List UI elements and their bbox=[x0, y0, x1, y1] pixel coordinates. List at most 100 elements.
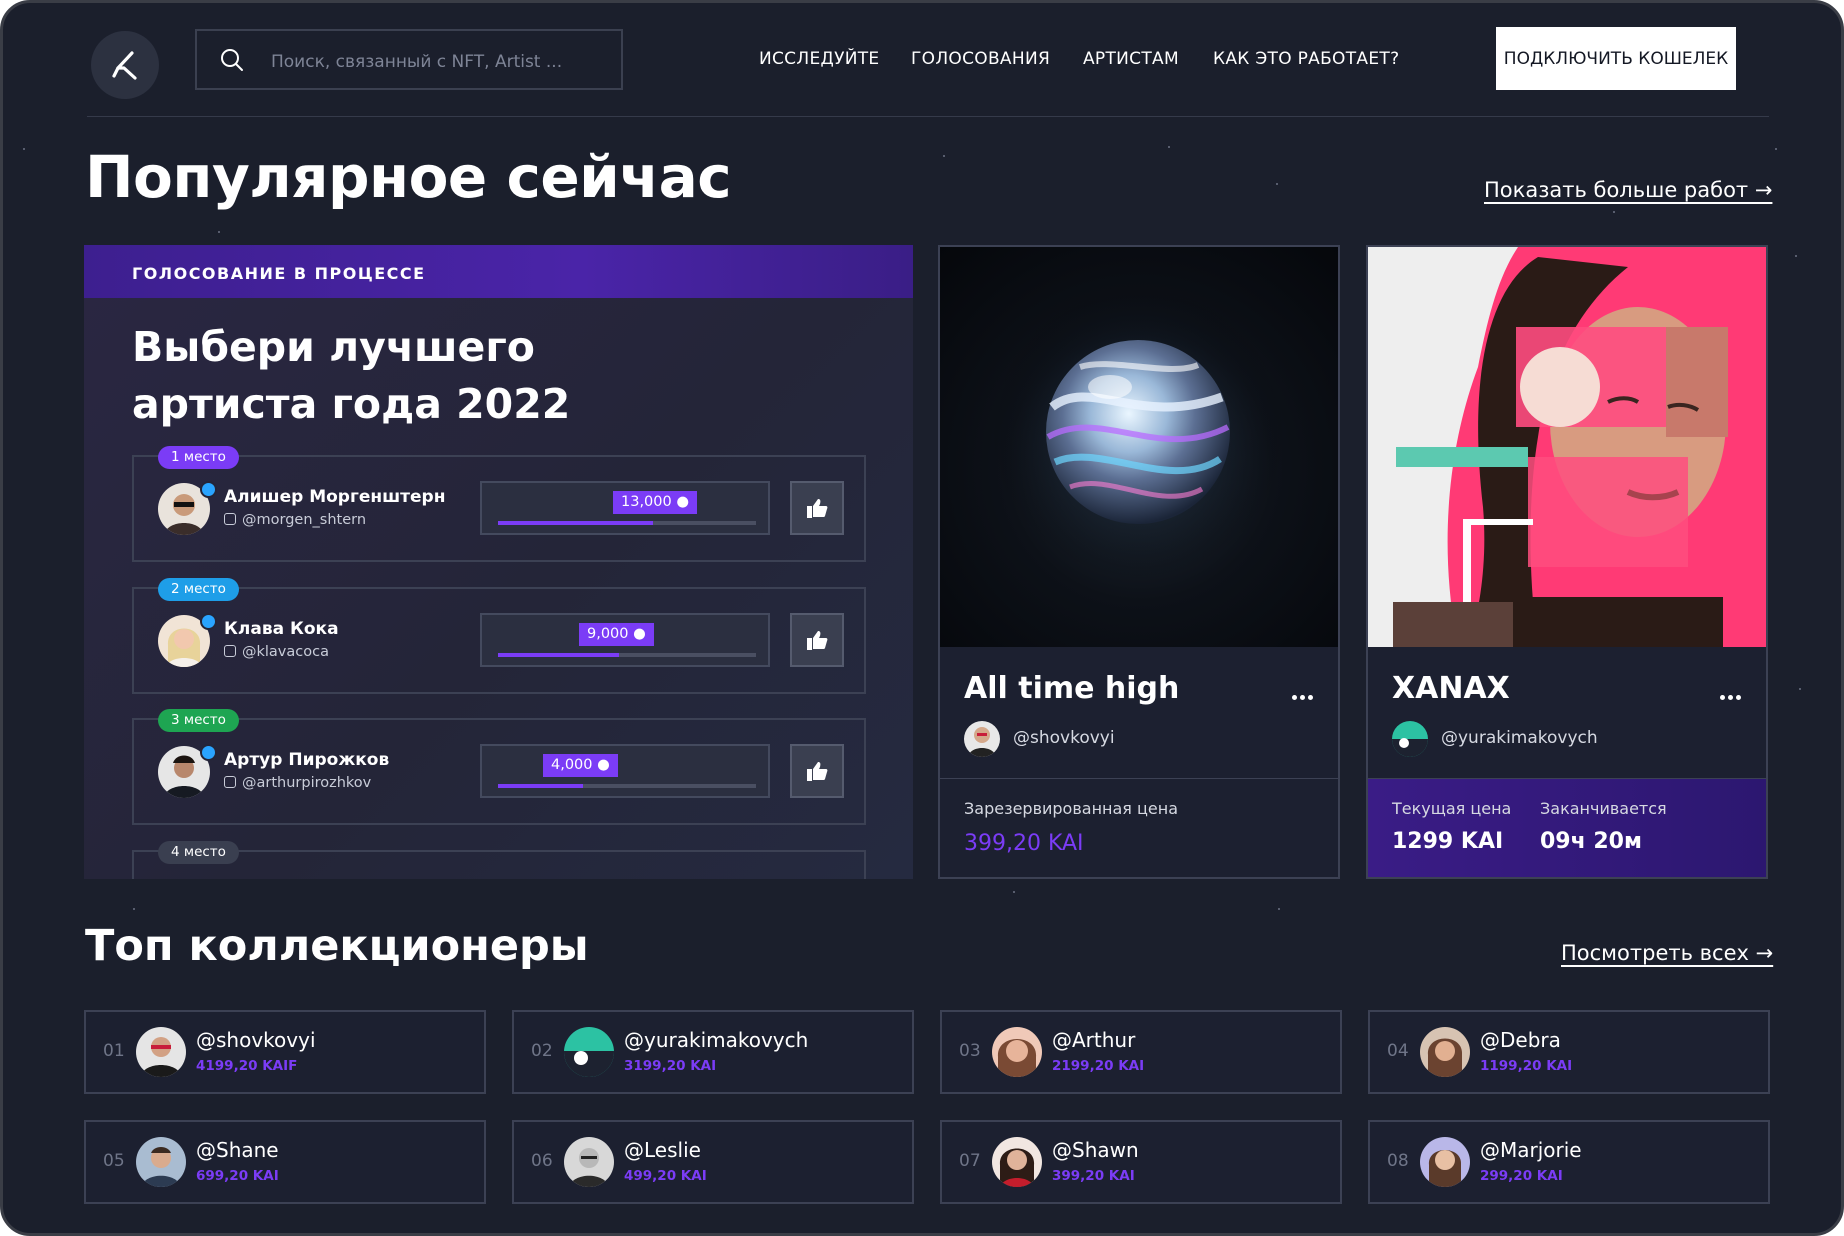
top-navigation: Поиск, связанный с NFT, Artist ... ИССЛЕ… bbox=[87, 27, 1769, 117]
search-input[interactable]: Поиск, связанный с NFT, Artist ... bbox=[195, 29, 623, 90]
logo-icon bbox=[112, 51, 137, 80]
vote-count: 13,000 ● bbox=[613, 491, 698, 514]
like-button[interactable] bbox=[790, 481, 844, 535]
more-options-icon[interactable] bbox=[1292, 685, 1316, 704]
like-button[interactable] bbox=[790, 744, 844, 798]
collector-rank: 06 bbox=[531, 1151, 553, 1171]
avatar bbox=[1420, 1027, 1470, 1077]
collector-card[interactable]: 08 @Marjorie 299,20 KAI bbox=[1368, 1120, 1770, 1204]
collector-name: @Shane bbox=[196, 1138, 279, 1162]
nft-card[interactable]: XANAX @yurakimakovych Текущая цена 1299 … bbox=[1366, 245, 1768, 879]
artist-handle-text: @klavacoca bbox=[242, 644, 329, 660]
collector-amount: 3199,20 KAI bbox=[624, 1058, 717, 1074]
nft-title: XANAX bbox=[1392, 671, 1510, 706]
collector-card[interactable]: 05 @Shane 699,20 KAI bbox=[84, 1120, 486, 1204]
nft-author-handle: @yurakimakovych bbox=[1441, 728, 1598, 748]
collector-rank: 07 bbox=[959, 1151, 981, 1171]
thumbs-up-icon bbox=[807, 631, 828, 650]
progress-track bbox=[498, 784, 756, 788]
nft-author[interactable]: @shovkovyi bbox=[964, 719, 1324, 759]
collector-name: @Arthur bbox=[1052, 1028, 1136, 1052]
collectors-title: Топ коллекционеры bbox=[85, 921, 589, 971]
nav-how-it-works[interactable]: КАК ЭТО РАБОТАЕТ? bbox=[1213, 49, 1399, 69]
more-options-icon[interactable] bbox=[1720, 685, 1744, 704]
collector-name: @yurakimakovych bbox=[624, 1028, 809, 1052]
vote-entry: 4 место bbox=[132, 841, 866, 879]
nav-explore[interactable]: ИССЛЕДУЙТЕ bbox=[759, 49, 879, 69]
avatar bbox=[1420, 1137, 1470, 1187]
nft-image bbox=[940, 247, 1338, 647]
collector-card[interactable]: 02 @yurakimakovych 3199,20 KAI bbox=[512, 1010, 914, 1094]
price-value: 399,20 KAI bbox=[964, 831, 1084, 856]
verified-icon bbox=[200, 613, 217, 630]
progress-track bbox=[498, 521, 756, 525]
collector-amount: 4199,20 KAIF bbox=[196, 1058, 298, 1074]
collector-amount: 2199,20 KAI bbox=[1052, 1058, 1145, 1074]
avatar bbox=[964, 721, 1000, 757]
nav-votes[interactable]: ГОЛОСОВАНИЯ bbox=[911, 49, 1050, 69]
nft-author-handle: @shovkovyi bbox=[1013, 728, 1115, 748]
instagram-icon bbox=[224, 513, 236, 525]
price-label: Зарезервированная цена bbox=[964, 799, 1179, 818]
show-more-works-link[interactable]: Показать больше работ → bbox=[1484, 178, 1772, 202]
collector-card[interactable]: 04 @Debra 1199,20 KAI bbox=[1368, 1010, 1770, 1094]
thumbs-up-icon bbox=[807, 499, 828, 518]
nft-image bbox=[1368, 247, 1766, 647]
collector-rank: 01 bbox=[103, 1041, 125, 1061]
collector-amount: 1199,20 KAI bbox=[1480, 1058, 1573, 1074]
nft-author[interactable]: @yurakimakovych bbox=[1392, 719, 1752, 759]
verified-icon bbox=[200, 481, 217, 498]
vote-status: ГОЛОСОВАНИЕ В ПРОЦЕССЕ bbox=[84, 245, 913, 298]
nft-title: All time high bbox=[964, 671, 1180, 706]
collector-name: @Leslie bbox=[624, 1138, 701, 1162]
progress-track bbox=[498, 653, 756, 657]
avatar bbox=[136, 1027, 186, 1077]
ends-value: 09ч 20м bbox=[1540, 829, 1642, 854]
like-button[interactable] bbox=[790, 613, 844, 667]
ends-label: Заканчивается bbox=[1540, 799, 1667, 818]
vote-progress: 13,000 ● bbox=[480, 481, 770, 535]
thumbs-up-icon bbox=[807, 762, 828, 781]
artist-handle-text: @arthurpirozhkov bbox=[242, 775, 372, 791]
user-icon: ● bbox=[676, 494, 690, 510]
progress-fill bbox=[498, 653, 620, 657]
logo[interactable] bbox=[91, 31, 159, 99]
user-icon: ● bbox=[597, 757, 610, 773]
collector-card[interactable]: 01 @shovkovyi 4199,20 KAIF bbox=[84, 1010, 486, 1094]
app-frame: Поиск, связанный с NFT, Artist ... ИССЛЕ… bbox=[0, 0, 1844, 1236]
vote-entry: 3 место Артур Пирожков @arthurpirozhkov 4,0… bbox=[132, 709, 866, 825]
vote-count: 9,000 ● bbox=[579, 623, 654, 646]
user-icon: ● bbox=[633, 626, 646, 642]
vote-progress: 9,000 ● bbox=[480, 613, 770, 667]
artist-handle: @arthurpirozhkov bbox=[224, 775, 371, 791]
place-badge: 2 место bbox=[158, 578, 239, 601]
vote-count-text: 4,000 bbox=[551, 757, 593, 773]
nav-artists[interactable]: АРТИСТАМ bbox=[1083, 49, 1179, 69]
vote-title-line2: артиста года 2022 bbox=[132, 380, 571, 428]
collector-name: @Shawn bbox=[1052, 1138, 1139, 1162]
vote-count-text: 9,000 bbox=[587, 626, 629, 642]
connect-wallet-button[interactable]: ПОДКЛЮЧИТЬ КОШЕЛЕК bbox=[1496, 27, 1736, 90]
collector-card[interactable]: 07 @Shawn 399,20 KAI bbox=[940, 1120, 1342, 1204]
collector-card[interactable]: 06 @Leslie 499,20 KAI bbox=[512, 1120, 914, 1204]
instagram-icon bbox=[224, 645, 236, 657]
vote-entry: 1 место Алишер Моргенштерн @morgen_shtern 1… bbox=[132, 446, 866, 562]
view-all-link[interactable]: Посмотреть всех → bbox=[1561, 941, 1773, 965]
vote-title-line1: Выбери лучшего bbox=[132, 323, 535, 371]
vote-progress: 4,000 ● bbox=[480, 744, 770, 798]
nft-card[interactable]: All time high @shovkovyi Зарезервированн… bbox=[938, 245, 1340, 879]
artist-handle: @morgen_shtern bbox=[224, 512, 366, 528]
current-price-label: Текущая цена bbox=[1392, 799, 1512, 818]
collector-amount: 699,20 KAI bbox=[196, 1168, 279, 1184]
avatar bbox=[992, 1027, 1042, 1077]
popular-title: Популярное сейчас bbox=[85, 143, 732, 211]
collector-amount: 499,20 KAI bbox=[624, 1168, 707, 1184]
vote-entry: 2 место Клава Кока @klavacoca 9,000 ● bbox=[132, 578, 866, 694]
search-icon bbox=[221, 49, 243, 71]
collector-rank: 04 bbox=[1387, 1041, 1409, 1061]
nft-auction: Текущая цена 1299 KAI Заканчивается 09ч … bbox=[1368, 779, 1766, 877]
collector-card[interactable]: 03 @Arthur 2199,20 KAI bbox=[940, 1010, 1342, 1094]
collector-name: @Debra bbox=[1480, 1028, 1561, 1052]
collector-name: @shovkovyi bbox=[196, 1028, 316, 1052]
collector-amount: 299,20 KAI bbox=[1480, 1168, 1563, 1184]
